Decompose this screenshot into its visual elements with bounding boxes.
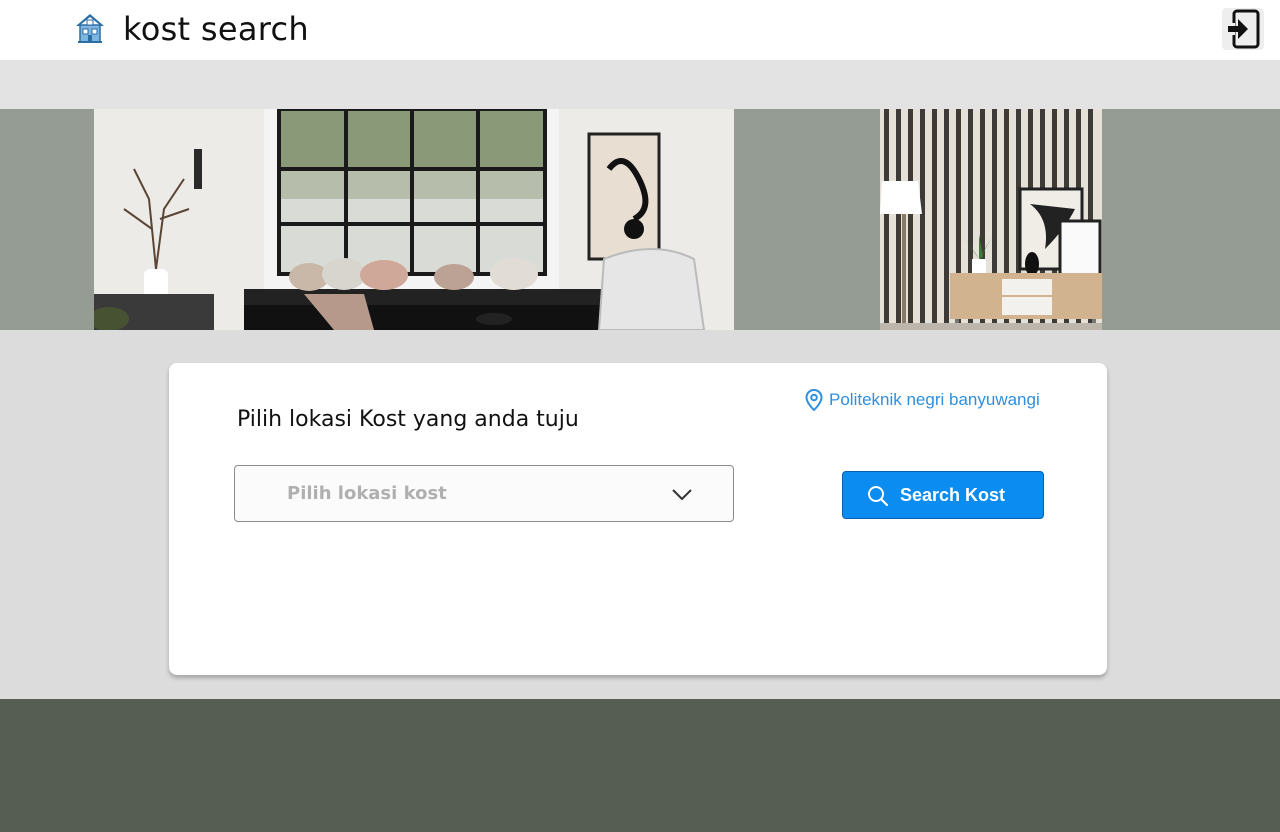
footer [0,699,1280,832]
search-icon [868,486,889,507]
app-title: kost search [123,10,309,48]
header-band [0,60,1280,109]
chevron-down-icon [672,489,692,501]
location-link[interactable]: Politeknik negri banyuwangi [805,389,1040,411]
search-card: Pilih lokasi Kost yang anda tuju Politek… [169,363,1107,675]
card-title: Pilih lokasi Kost yang anda tuju [237,407,579,432]
hero-banner [0,109,1280,330]
living-room-photo [94,109,734,330]
striped-wall-photo [880,109,1102,330]
select-placeholder: Pilih lokasi kost [287,483,447,504]
sign-in-icon [1226,9,1260,49]
location-select[interactable]: Pilih lokasi kost [234,465,734,522]
house-icon [74,12,106,44]
location-label: Politeknik negri banyuwangi [829,390,1040,409]
login-button[interactable] [1222,8,1264,50]
search-kost-button[interactable]: Search Kost [842,471,1044,519]
search-button-label: Search Kost [900,485,1006,505]
map-pin-icon [805,389,823,411]
top-navbar: kost search [0,0,1280,60]
